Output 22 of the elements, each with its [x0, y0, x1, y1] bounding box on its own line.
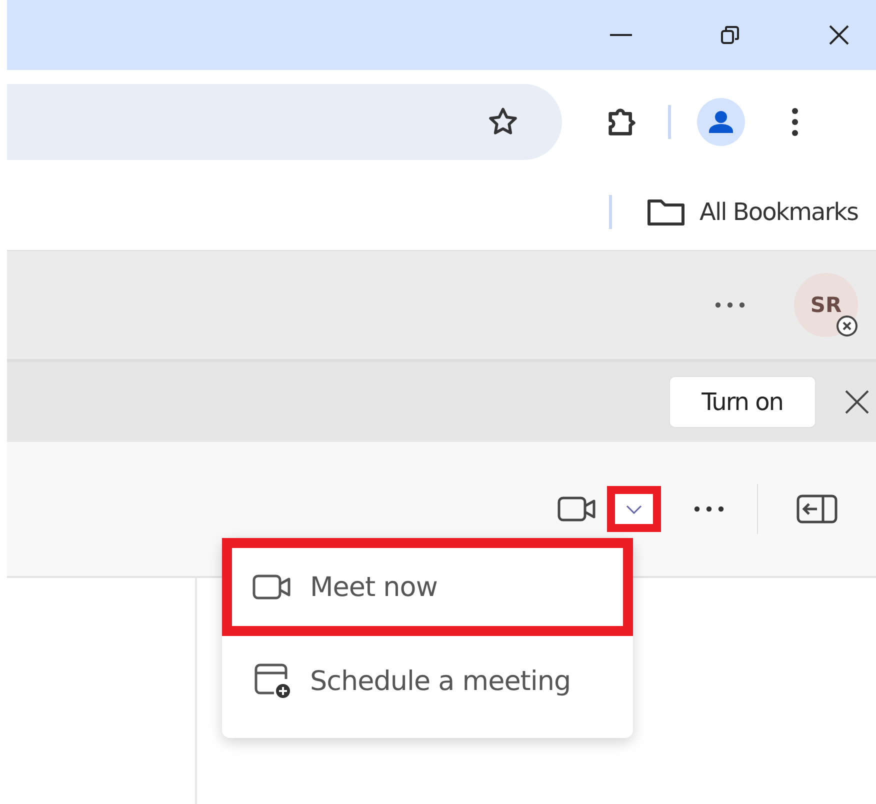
profile-icon[interactable] — [697, 98, 745, 146]
avatar[interactable]: SR — [794, 273, 858, 337]
more-icon[interactable] — [693, 505, 725, 513]
avatar-initials: SR — [810, 293, 842, 317]
folder-icon — [646, 197, 686, 227]
menu-item[interactable]: Meet now — [222, 538, 633, 636]
video-camera-icon[interactable] — [557, 495, 597, 523]
chevron-down-icon — [626, 504, 642, 514]
more-icon[interactable] — [714, 301, 746, 309]
calendar-add-icon — [252, 663, 292, 699]
side-panel-icon[interactable] — [796, 494, 838, 524]
video-camera-icon — [252, 573, 292, 601]
restore-icon[interactable] — [720, 25, 740, 45]
dropdown-button[interactable] — [607, 486, 661, 532]
close-icon[interactable] — [844, 389, 870, 415]
close-icon[interactable] — [828, 24, 850, 46]
more-options-icon[interactable] — [791, 106, 799, 138]
turn-on-button[interactable]: Turn on — [668, 376, 816, 428]
minimize-icon[interactable] — [610, 33, 632, 37]
menu-item[interactable]: Schedule a meeting — [222, 636, 633, 726]
status-badge-icon — [836, 315, 858, 337]
bookmarks-folder[interactable]: All Bookmarks — [646, 197, 858, 227]
